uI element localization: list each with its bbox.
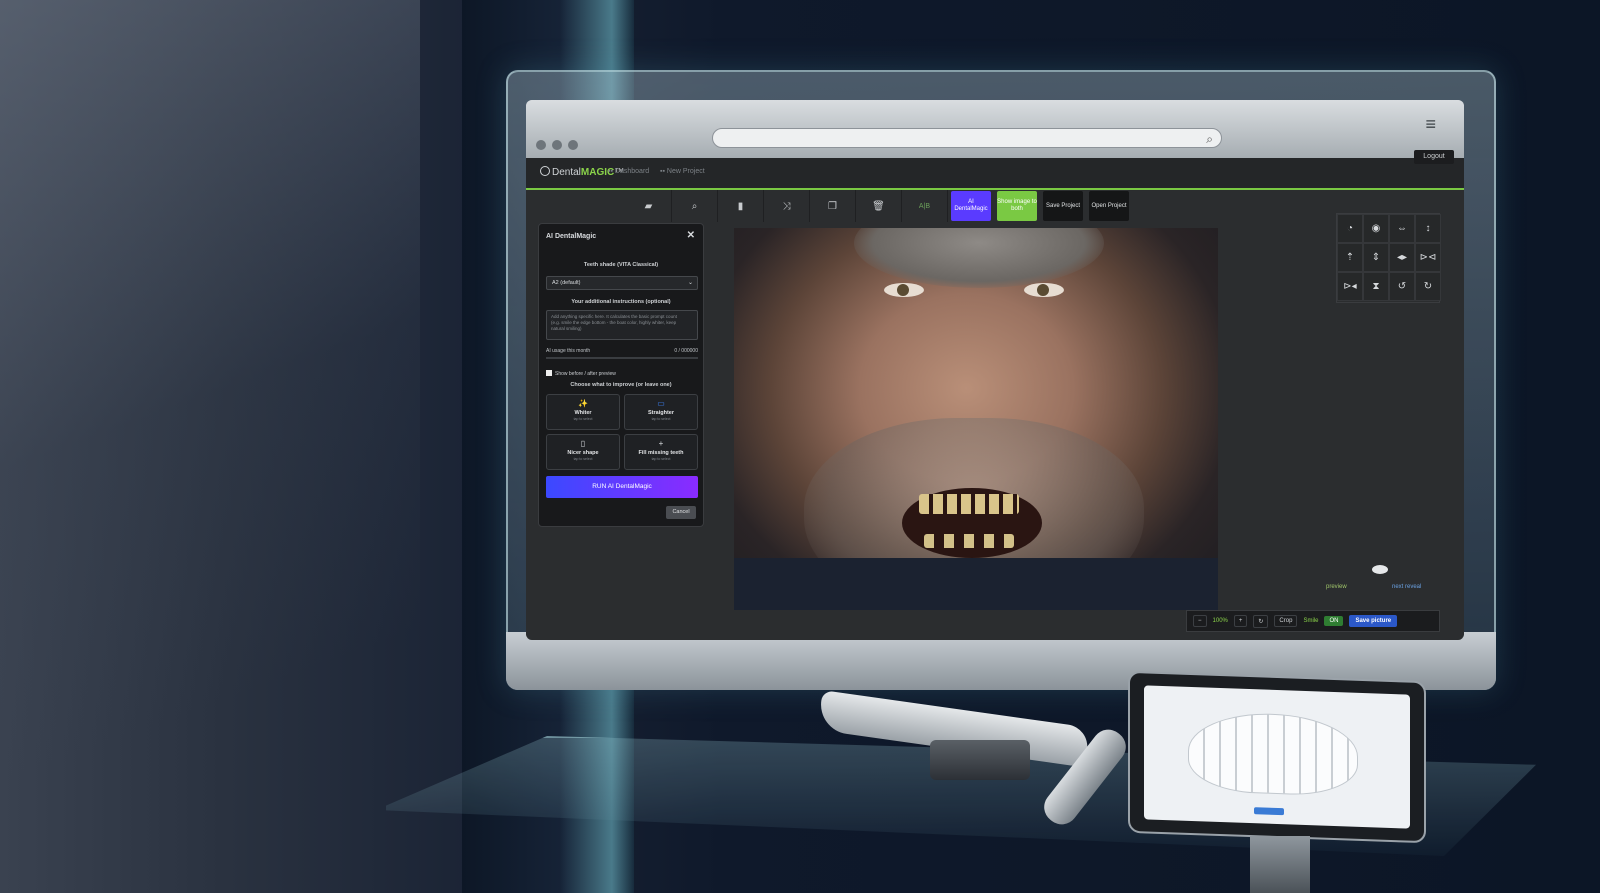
improve-label: Choose what to improve (or leave one) — [570, 382, 672, 388]
chevron-down-icon: ⌄ — [687, 280, 693, 286]
window-dot-minimize[interactable] — [552, 140, 562, 150]
tablet-stand — [1250, 836, 1310, 893]
eye-icon[interactable]: ◉ — [1363, 214, 1389, 243]
save-project-button[interactable]: Save Project — [1043, 191, 1083, 221]
align-center-icon[interactable]: ⇕ — [1363, 243, 1389, 272]
open-project-button[interactable]: Open Project — [1089, 191, 1129, 221]
align-top-icon[interactable]: ⇡ — [1337, 243, 1363, 272]
preview-checkbox-row[interactable]: Show before / after preview — [546, 370, 616, 377]
ai-dentalmagic-panel: AI DentalMagic ✕ Teeth shade (VITA Class… — [538, 223, 704, 527]
photo-hair — [854, 228, 1104, 288]
nav-new-project[interactable]: ▪▪ New Project — [660, 168, 705, 175]
option-straighter[interactable]: ▭ Straighter tap to select — [624, 394, 698, 430]
tablet-action-button — [1254, 807, 1284, 816]
scanner-dock — [930, 740, 1030, 780]
flip-left-icon[interactable]: ⊳◂ — [1337, 272, 1363, 301]
window-dot-close[interactable] — [536, 140, 546, 150]
url-bar[interactable]: ⌕ — [712, 128, 1222, 148]
crop-button[interactable]: Crop — [1274, 615, 1298, 627]
monitor-screen: ⌕ ≡ DentalMAGIC™ ▪▪ Dashboard ▪▪ New Pro… — [526, 100, 1464, 640]
plus-icon: + — [658, 439, 664, 448]
option-whiter[interactable]: ✨ Whiter tap to select — [546, 394, 620, 430]
lasso-icon[interactable]: ⌕ — [672, 190, 718, 222]
align-icon: ▭ — [657, 399, 665, 408]
hamburger-menu-icon[interactable]: ≡ — [1425, 114, 1436, 135]
logo-icon — [540, 166, 550, 176]
patient-photo[interactable] — [734, 228, 1218, 610]
ai-dentalmagic-button[interactable]: AI DentalMagic — [951, 191, 991, 221]
rotate-left-icon[interactable]: ↺ — [1389, 272, 1415, 301]
cancel-button[interactable]: Cancel — [666, 506, 696, 519]
tablet-3d-teeth-model — [1188, 710, 1358, 797]
instructions-label: Your additional instructions (optional) — [571, 299, 671, 305]
window-dot-maximize[interactable] — [568, 140, 578, 150]
photo-eye-right — [1024, 283, 1064, 297]
zoom-in-button[interactable]: + — [1233, 615, 1248, 627]
scene-light — [0, 0, 420, 893]
show-image-button[interactable]: Show image to both — [997, 191, 1037, 221]
photo-teeth-upper — [919, 494, 1019, 514]
tablet-screen — [1144, 685, 1410, 829]
panel-title: AI DentalMagic — [546, 233, 597, 240]
flip-vertical-icon[interactable]: ⧗ — [1363, 272, 1389, 301]
compare-ab-button[interactable]: A|B — [902, 190, 948, 222]
zoom-level: 100% — [1212, 618, 1228, 624]
nav-dashboard[interactable]: ▪▪ Dashboard — [608, 168, 649, 175]
logout-button[interactable]: Logout — [1414, 150, 1454, 164]
trash-icon[interactable]: 🗑 — [856, 190, 902, 222]
browser-bar: ⌕ ≡ — [526, 100, 1464, 158]
photo-teeth-lower — [924, 534, 1014, 548]
tablet-device — [1128, 670, 1426, 844]
smile-label: Smile — [1303, 618, 1319, 624]
preview-label: preview — [1326, 584, 1347, 590]
preview-eye-icon[interactable] — [1372, 565, 1388, 574]
expand-horizontal-icon[interactable]: ◂▸ — [1389, 243, 1415, 272]
shuffle-icon[interactable]: ⤨ — [764, 190, 810, 222]
close-icon[interactable]: ✕ — [687, 230, 695, 241]
smile-toggle[interactable]: ON — [1324, 616, 1344, 626]
run-ai-button[interactable]: RUN AI DentalMagic — [546, 476, 698, 498]
refresh-icon[interactable]: ↻ — [1253, 614, 1269, 628]
preview-checkbox[interactable] — [546, 370, 552, 376]
tooth-shape-icon: ▯ — [580, 439, 586, 448]
photo-eye-left — [884, 283, 924, 297]
sparkle-icon: ✨ — [578, 399, 588, 408]
move-vertical-icon[interactable]: ↕ — [1415, 214, 1441, 243]
file-icon[interactable]: ▮ — [718, 190, 764, 222]
option-fill-missing[interactable]: + Fill missing teeth tap to select — [624, 434, 698, 470]
flip-horizontal-icon[interactable]: ⇔ — [1389, 214, 1415, 243]
shade-label: Teeth shade (VITA Classical) — [583, 262, 659, 268]
folder-icon[interactable]: ▰ — [626, 190, 672, 222]
main-toolbar: ▰ ⌕ ▮ ⤨ ❐ 🗑 A|B AI DentalMagic Show imag… — [626, 190, 1132, 222]
save-picture-button[interactable]: Save picture — [1349, 615, 1398, 627]
app-header: DentalMAGIC™ ▪▪ Dashboard ▪▪ New Project… — [526, 150, 1464, 190]
photo-shirt — [734, 558, 1218, 610]
shade-select[interactable]: A2 (default) ⌄ — [546, 276, 698, 290]
tools-grid: ◔ ◉ ⇔ ↕ ⇡ ⇕ ◂▸ ⊳⊲ ⊳◂ ⧗ ↺ ↻ — [1336, 213, 1441, 303]
ai-usage: AI usage this month 0 / 000000 — [546, 348, 698, 354]
option-nicer-shape[interactable]: ▯ Nicer shape tap to select — [546, 434, 620, 470]
mirror-icon[interactable]: ⊳⊲ — [1415, 243, 1441, 272]
instructions-textarea[interactable]: Add anything specific here. It calculate… — [546, 310, 698, 340]
visibility-icon[interactable]: ◔ — [1337, 214, 1363, 243]
search-icon[interactable]: ⌕ — [1206, 131, 1213, 147]
zoom-out-button[interactable]: − — [1193, 615, 1207, 627]
next-reveal-label: next reveal — [1392, 584, 1422, 590]
copy-icon[interactable]: ❐ — [810, 190, 856, 222]
app-window: DentalMAGIC™ ▪▪ Dashboard ▪▪ New Project… — [526, 150, 1464, 640]
rotate-right-icon[interactable]: ↻ — [1415, 272, 1441, 301]
bottom-toolbar: − 100% + ↻ Crop Smile ON Save picture — [1186, 610, 1440, 632]
ai-usage-bar — [546, 357, 698, 359]
